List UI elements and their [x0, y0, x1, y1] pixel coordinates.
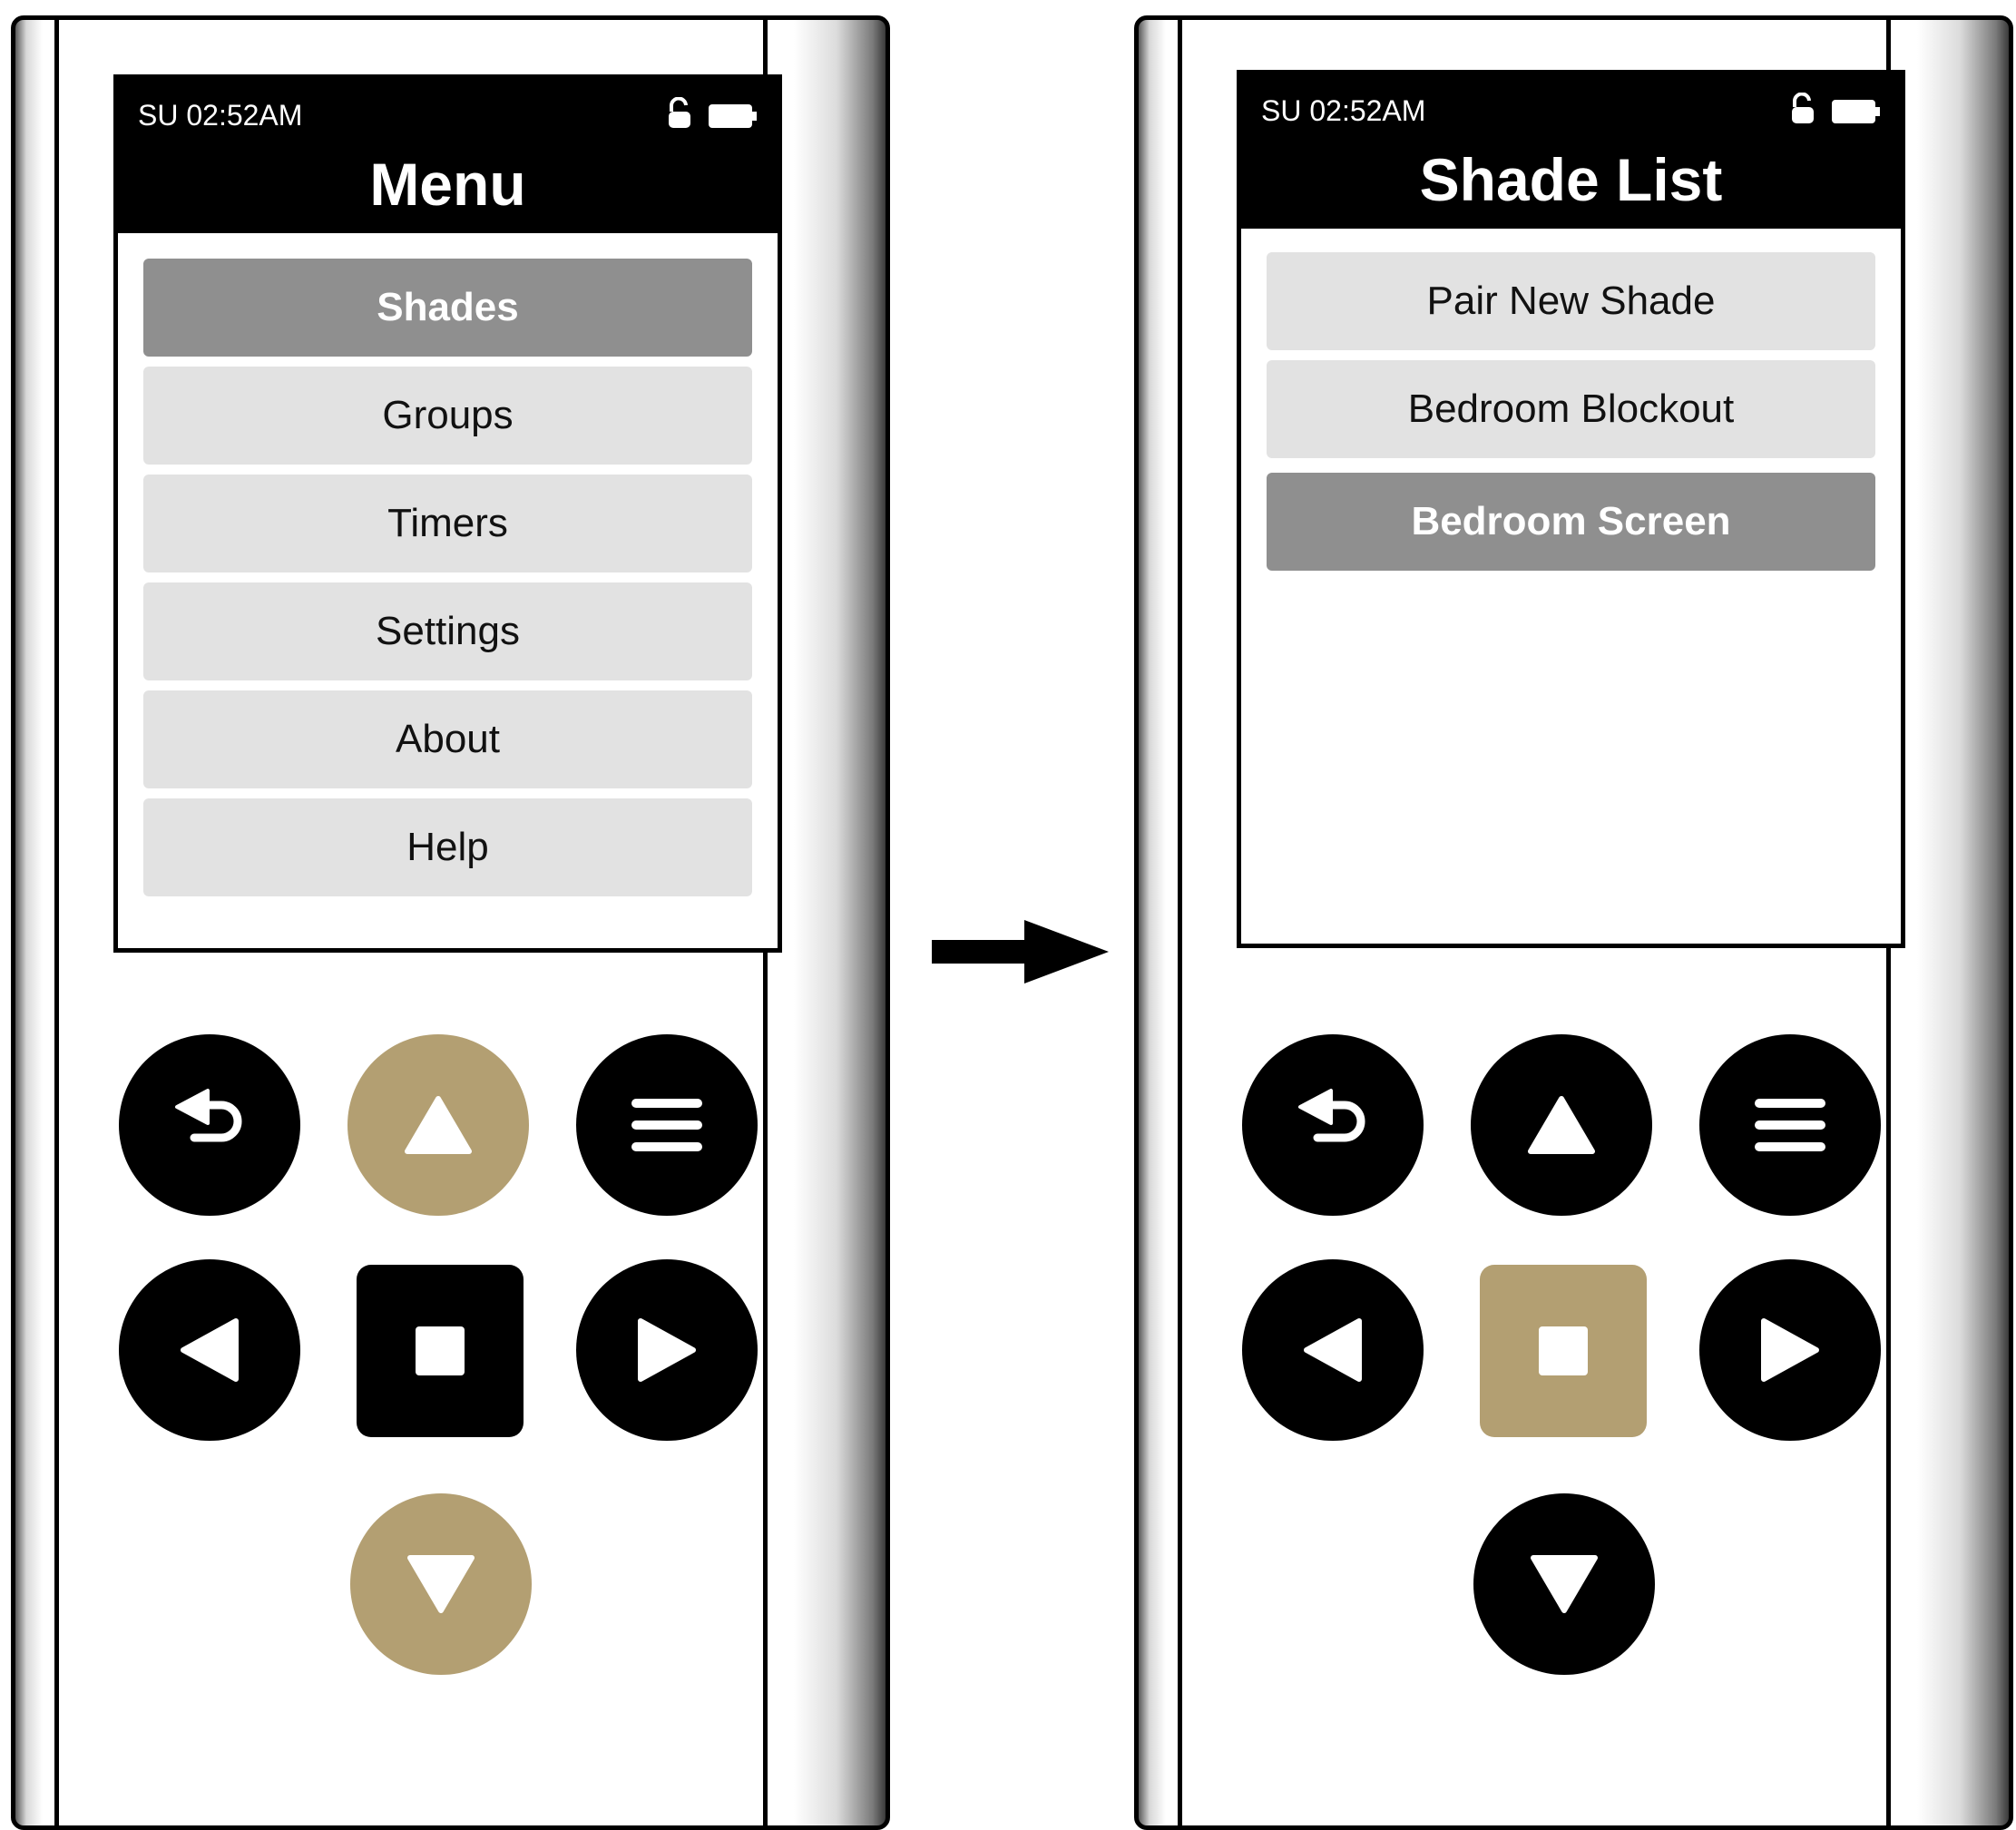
list-item-bedroom-blockout[interactable]: Bedroom Blockout: [1267, 360, 1875, 458]
remote-screen: SU 02:52AM Menu Shades Groups Timers Set…: [113, 74, 782, 953]
back-button[interactable]: [1242, 1034, 1424, 1216]
stop-button[interactable]: [357, 1265, 524, 1437]
right-arrow-icon: [1761, 1318, 1819, 1382]
right-arrow-icon: [638, 1318, 696, 1382]
menu-icon: [631, 1099, 702, 1151]
screen-title: Menu: [369, 151, 526, 218]
menu-item-timers[interactable]: Timers: [143, 475, 752, 572]
battery-icon: [709, 104, 757, 128]
up-arrow-button[interactable]: [347, 1034, 529, 1216]
right-arrow-button[interactable]: [1699, 1259, 1881, 1441]
menu-list: Shades Groups Timers Settings About Help: [143, 259, 752, 906]
menu-item-settings[interactable]: Settings: [143, 582, 752, 680]
remote-control-menu: SU 02:52AM Menu Shades Groups Timers Set…: [11, 15, 890, 1830]
left-arrow-button[interactable]: [119, 1259, 300, 1441]
up-arrow-icon: [1528, 1096, 1595, 1154]
down-arrow-button[interactable]: [1473, 1493, 1655, 1675]
unlock-icon: [669, 97, 690, 128]
left-arrow-button[interactable]: [1242, 1259, 1424, 1441]
right-arrow-button[interactable]: [576, 1259, 758, 1441]
status-bar: SU 02:52AM Menu: [118, 79, 778, 233]
menu-item-shades[interactable]: Shades: [143, 259, 752, 357]
left-arrow-icon: [181, 1318, 239, 1382]
shade-list: Pair New Shade Bedroom Blockout Bedroom …: [1267, 252, 1875, 581]
stop-icon: [416, 1326, 465, 1375]
status-time: SU 02:52AM: [1261, 94, 1426, 127]
menu-icon: [1755, 1099, 1825, 1151]
down-arrow-icon: [1531, 1555, 1598, 1613]
battery-icon: [1832, 100, 1880, 123]
up-arrow-icon: [405, 1096, 472, 1154]
status-bar: SU 02:52AM Shade List: [1241, 74, 1901, 229]
list-item-pair-new-shade[interactable]: Pair New Shade: [1267, 252, 1875, 350]
menu-button[interactable]: [576, 1034, 758, 1216]
status-time: SU 02:52AM: [138, 99, 303, 132]
right-arrow-connector: [932, 920, 1109, 984]
back-button[interactable]: [119, 1034, 300, 1216]
list-item-bedroom-screen[interactable]: Bedroom Screen: [1267, 473, 1875, 571]
up-arrow-button[interactable]: [1471, 1034, 1652, 1216]
down-arrow-icon: [407, 1555, 475, 1613]
remote-screen: SU 02:52AM Shade List Pair New Shade Bed…: [1237, 70, 1905, 948]
screen-title: Shade List: [1419, 146, 1723, 213]
left-arrow-icon: [1304, 1318, 1362, 1382]
back-icon: [1298, 1089, 1365, 1142]
stop-button[interactable]: [1480, 1265, 1647, 1437]
menu-item-groups[interactable]: Groups: [143, 367, 752, 465]
menu-button[interactable]: [1699, 1034, 1881, 1216]
remote-control-shade-list: SU 02:52AM Shade List Pair New Shade Bed…: [1134, 15, 2013, 1830]
menu-item-help[interactable]: Help: [143, 798, 752, 896]
menu-item-about[interactable]: About: [143, 690, 752, 788]
back-icon: [175, 1089, 242, 1142]
stop-icon: [1539, 1326, 1588, 1375]
unlock-icon: [1792, 93, 1814, 123]
down-arrow-button[interactable]: [350, 1493, 532, 1675]
